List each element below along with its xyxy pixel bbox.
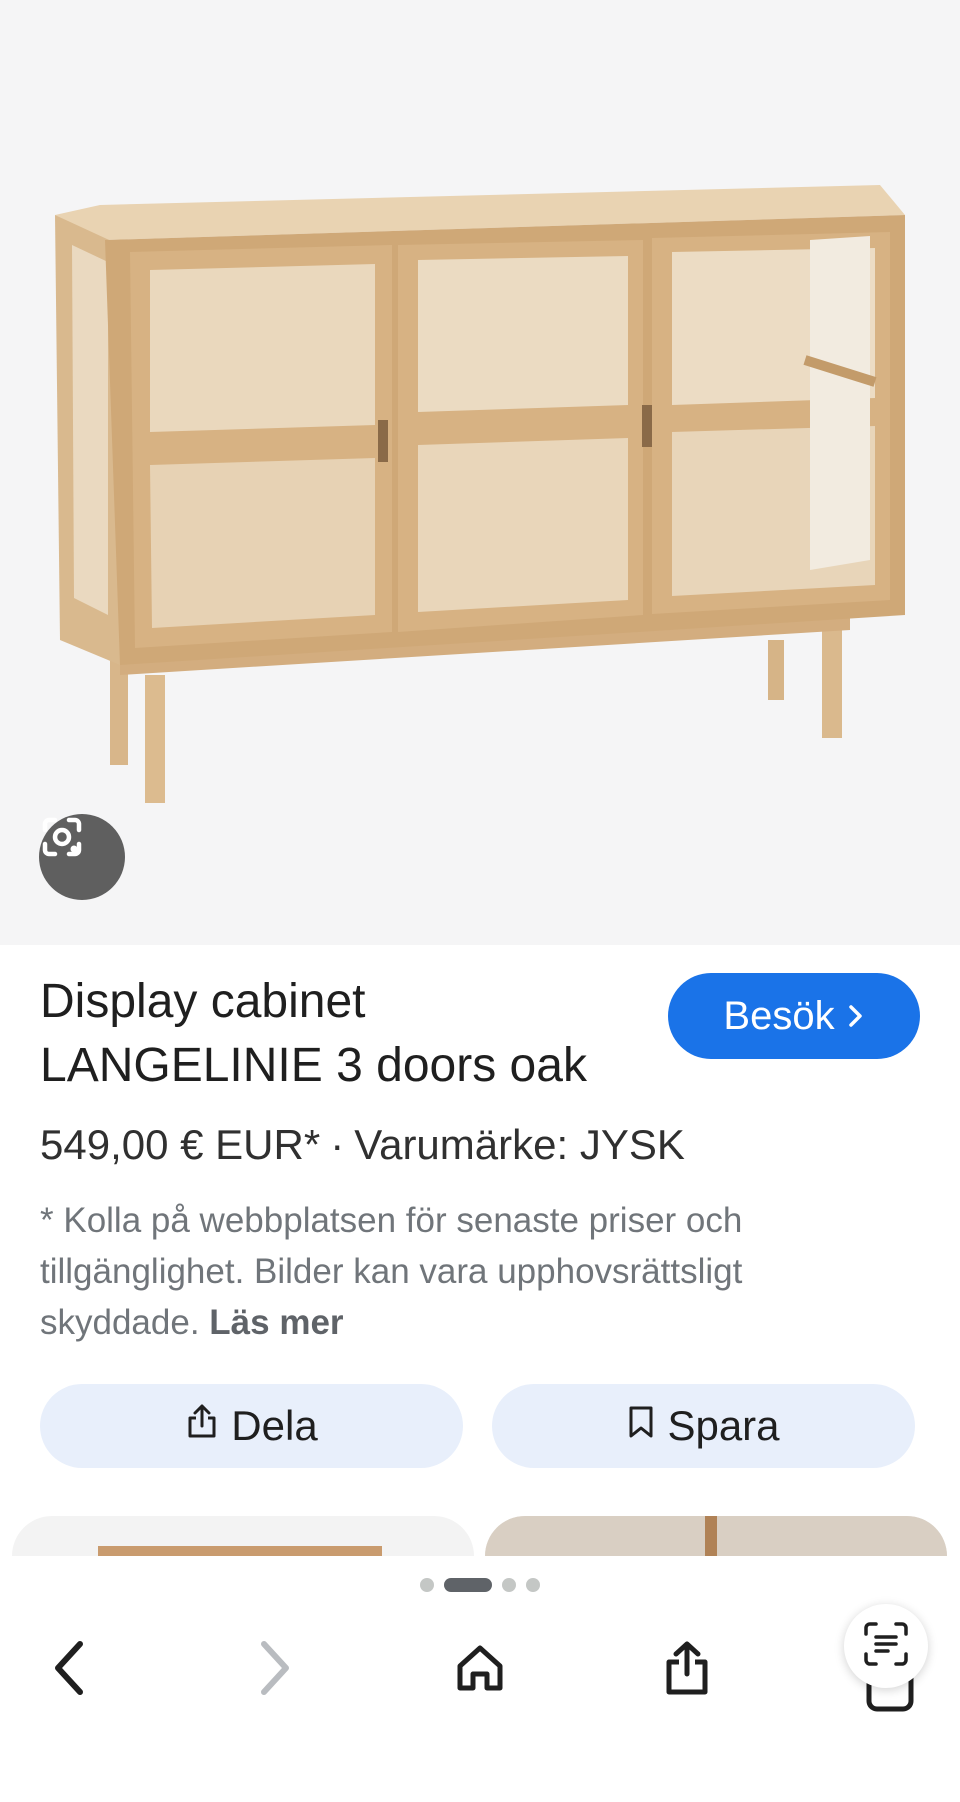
- save-button[interactable]: Spara: [492, 1384, 915, 1468]
- cabinet-illustration: [55, 185, 905, 803]
- home-icon: [454, 1642, 506, 1699]
- chevron-right-icon: [847, 994, 865, 1039]
- share-button[interactable]: Dela: [40, 1384, 463, 1468]
- product-title: Display cabinet LANGELINIE 3 doors oak: [40, 975, 587, 1092]
- brand: Varumärke: JYSK: [354, 1121, 685, 1168]
- product-image[interactable]: [0, 0, 960, 945]
- save-button-label: Spara: [667, 1402, 780, 1449]
- google-lens-button[interactable]: [39, 814, 125, 900]
- price: 549,00 € EUR*: [40, 1121, 321, 1168]
- pager-dot[interactable]: [502, 1578, 516, 1592]
- disclaimer: * Kolla på webbplatsen för senaste prise…: [40, 1195, 900, 1348]
- share-icon: [662, 1638, 712, 1703]
- disclaimer-text: * Kolla på webbplatsen för senaste prise…: [40, 1201, 743, 1342]
- related-image-thumbnail[interactable]: [485, 1516, 947, 1556]
- back-button[interactable]: [30, 1630, 110, 1710]
- pager-dot[interactable]: [526, 1578, 540, 1592]
- share-page-button[interactable]: [647, 1630, 727, 1710]
- separator: ·: [330, 1121, 345, 1168]
- pager-dot[interactable]: [420, 1578, 434, 1592]
- price-row: 549,00 € EUR* · Varumärke: JYSK: [40, 1118, 685, 1172]
- visit-button[interactable]: Besök: [668, 973, 920, 1059]
- share-icon: [185, 1402, 219, 1450]
- carousel-pager: [420, 1578, 540, 1592]
- home-button[interactable]: [440, 1630, 520, 1710]
- pager-dot-active[interactable]: [444, 1578, 492, 1592]
- chevron-right-icon: [254, 1638, 294, 1703]
- forward-button[interactable]: [234, 1630, 314, 1710]
- google-lens-search-button[interactable]: [844, 1604, 928, 1688]
- chevron-left-icon: [50, 1638, 90, 1703]
- read-more-link[interactable]: Läs mer: [209, 1303, 343, 1342]
- visit-button-label: Besök: [723, 993, 835, 1038]
- text-search-icon: [862, 1620, 910, 1673]
- bookmark-icon: [627, 1402, 655, 1450]
- related-image-thumbnail[interactable]: [12, 1516, 474, 1556]
- share-button-label: Dela: [231, 1402, 318, 1449]
